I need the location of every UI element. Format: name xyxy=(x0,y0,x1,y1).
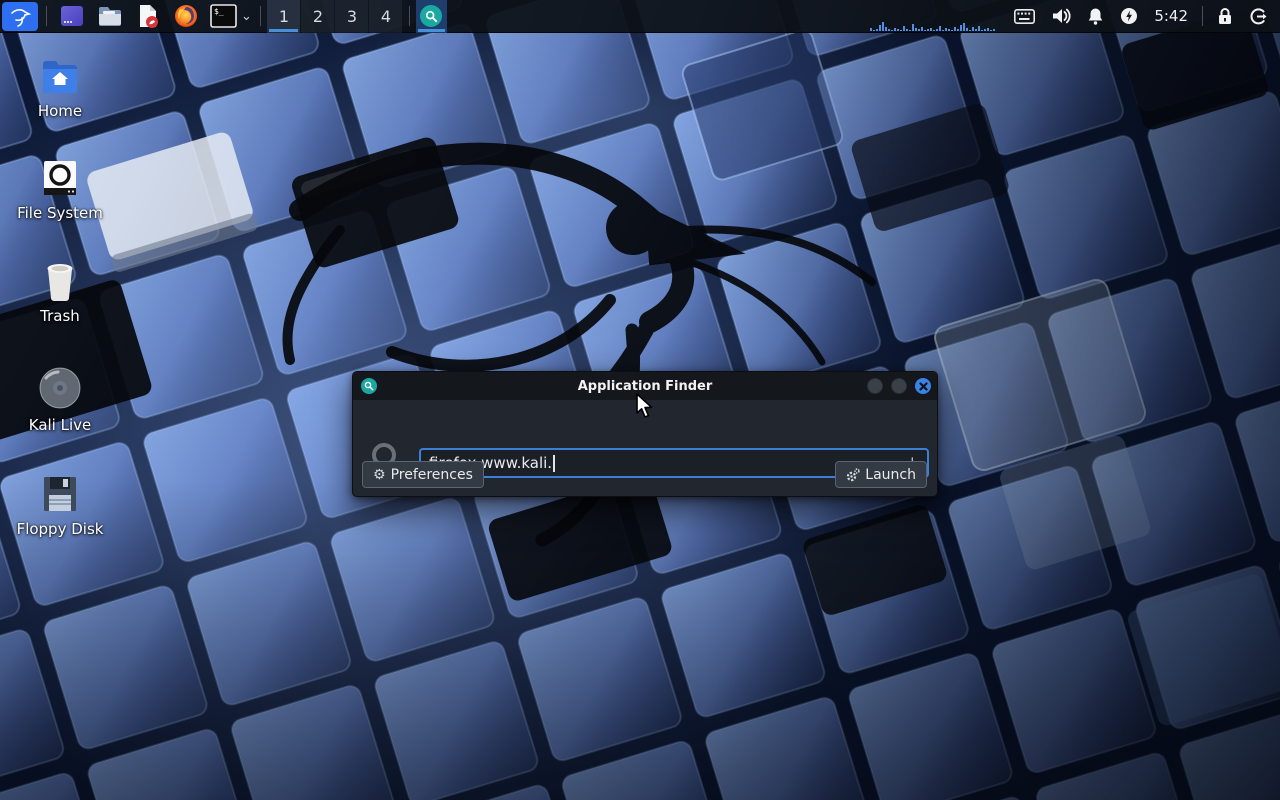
power-manager-icon[interactable] xyxy=(1120,7,1138,25)
search-icon xyxy=(420,5,442,27)
workspace-button-1[interactable]: 1 xyxy=(267,0,300,33)
file-manager-icon xyxy=(97,3,123,29)
terminal-emulator-icon: $_ xyxy=(210,4,237,28)
close-icon xyxy=(919,382,928,391)
panel-separator xyxy=(260,6,261,26)
desktop-icon-label: Floppy Disk xyxy=(17,520,104,538)
desktop-icon-label: Kali Live xyxy=(29,416,92,434)
text-editor-launcher[interactable] xyxy=(133,1,163,31)
desktop-icon-label: Trash xyxy=(40,307,80,325)
file-manager-launcher[interactable] xyxy=(95,1,125,31)
trash-can-icon xyxy=(41,261,79,301)
keyboard-icon[interactable] xyxy=(1014,9,1035,24)
workspace-label: 2 xyxy=(313,7,323,26)
preferences-button[interactable]: ⚙ Preferences xyxy=(362,461,484,488)
panel-separator xyxy=(1202,6,1203,26)
desktop-icon-label: Home xyxy=(38,102,82,120)
workspace-button-2[interactable]: 2 xyxy=(301,0,334,33)
svg-text:$_: $_ xyxy=(214,7,224,16)
close-button[interactable] xyxy=(915,378,931,394)
desktop-icon-home[interactable]: Home xyxy=(18,58,102,120)
gear-icon: ⚙ xyxy=(373,468,386,482)
preferences-button-label: Preferences xyxy=(391,467,473,483)
application-finder-window: Application Finder firefox www.kali. ↓ ⚙ xyxy=(352,371,938,497)
desktop-icon-trash[interactable]: Trash xyxy=(18,261,102,325)
workspace-button-3[interactable]: 3 xyxy=(335,0,368,33)
minimize-button[interactable] xyxy=(867,378,883,394)
floppy-disk-icon xyxy=(40,474,80,514)
volume-icon[interactable] xyxy=(1051,7,1071,25)
desktop-icon-floppy-disk[interactable]: Floppy Disk xyxy=(18,474,102,538)
top-panel: $_ ⌄ 1 2 3 4 xyxy=(0,0,1280,33)
firefox-icon xyxy=(173,3,199,29)
home-folder-icon xyxy=(39,58,81,96)
workspace-button-4[interactable]: 4 xyxy=(369,0,402,33)
text-editor-icon xyxy=(135,3,161,29)
kali-desktop: $_ ⌄ 1 2 3 4 xyxy=(0,0,1280,800)
desktop-icon-file-system[interactable]: File System xyxy=(18,158,102,222)
launch-button-label: Launch xyxy=(865,467,916,483)
terminal-window-launcher[interactable] xyxy=(57,1,87,31)
hard-drive-icon xyxy=(40,158,80,198)
kali-menu-button[interactable] xyxy=(2,2,38,31)
terminal-window-icon xyxy=(59,3,85,29)
panel-separator xyxy=(46,6,47,26)
desktop-icon-label: File System xyxy=(17,204,103,222)
clock[interactable]: 5:42 xyxy=(1154,7,1188,25)
launch-gears-icon xyxy=(846,468,860,482)
launcher-dropdown-chevron-icon[interactable]: ⌄ xyxy=(241,9,252,24)
logout-icon[interactable] xyxy=(1249,7,1268,26)
terminal-emulator-launcher[interactable]: $_ xyxy=(209,1,237,31)
workspace-label: 4 xyxy=(381,7,391,26)
mouse-cursor xyxy=(635,393,657,419)
window-title: Application Finder xyxy=(353,379,937,394)
kali-dragon-icon xyxy=(8,5,32,27)
cpu-load-graph[interactable] xyxy=(870,0,996,33)
text-caret xyxy=(553,455,555,472)
workspace-label: 3 xyxy=(347,7,357,26)
firefox-launcher[interactable] xyxy=(171,1,201,31)
optical-disc-icon xyxy=(38,366,82,410)
workspace-label: 1 xyxy=(279,7,289,26)
panel-separator xyxy=(409,6,410,26)
app-finder-panel-button[interactable] xyxy=(416,0,447,33)
notifications-bell-icon[interactable] xyxy=(1087,7,1104,25)
lock-screen-icon[interactable] xyxy=(1217,7,1233,25)
launch-button[interactable]: Launch xyxy=(835,461,927,488)
desktop-icon-kali-live[interactable]: Kali Live xyxy=(18,366,102,434)
maximize-button[interactable] xyxy=(891,378,907,394)
